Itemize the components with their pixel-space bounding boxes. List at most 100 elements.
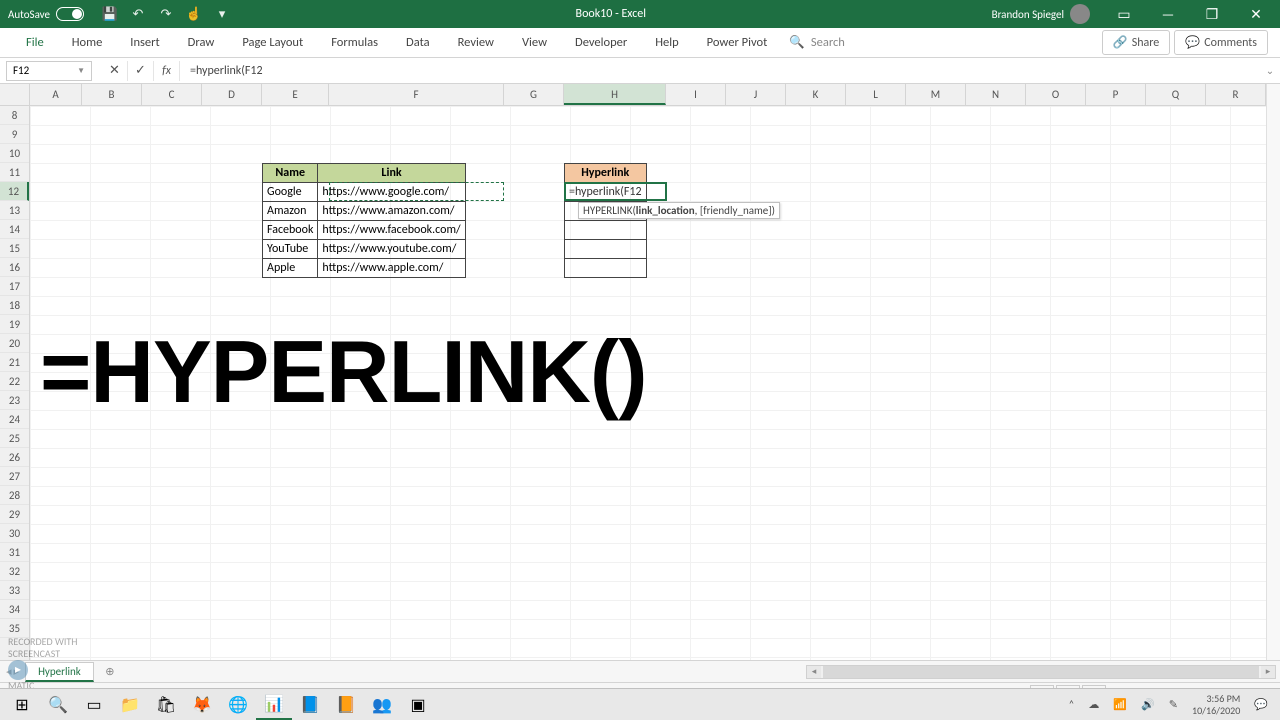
tab-view[interactable]: View xyxy=(508,28,561,57)
column-header-L[interactable]: L xyxy=(846,84,906,105)
wifi-icon[interactable]: 📶 xyxy=(1113,698,1127,711)
row-header-30[interactable]: 30 xyxy=(0,524,29,543)
name-box[interactable]: F12 ▼ xyxy=(6,61,92,81)
column-header-N[interactable]: N xyxy=(966,84,1026,105)
row-header-10[interactable]: 10 xyxy=(0,144,29,163)
tab-page-layout[interactable]: Page Layout xyxy=(228,28,317,57)
row-header-27[interactable]: 27 xyxy=(0,467,29,486)
sound-icon[interactable]: 🔊 xyxy=(1141,698,1155,711)
row-header-21[interactable]: 21 xyxy=(0,353,29,372)
cancel-formula-icon[interactable]: ✕ xyxy=(102,61,128,81)
table-cell[interactable]: Apple xyxy=(263,259,318,278)
table-cell[interactable]: Amazon xyxy=(263,202,318,221)
tab-formulas[interactable]: Formulas xyxy=(317,28,392,57)
undo-icon[interactable]: ↶ xyxy=(130,6,146,22)
row-header-11[interactable]: 11 xyxy=(0,163,29,182)
column-header-I[interactable]: I xyxy=(666,84,726,105)
row-header-25[interactable]: 25 xyxy=(0,429,29,448)
column-header-K[interactable]: K xyxy=(786,84,846,105)
column-header-F[interactable]: F xyxy=(329,84,504,105)
row-header-23[interactable]: 23 xyxy=(0,391,29,410)
column-header-E[interactable]: E xyxy=(262,84,329,105)
explorer-icon[interactable]: 📁 xyxy=(112,690,148,720)
table-cell[interactable] xyxy=(565,259,647,278)
hyperlink-table[interactable]: Hyperlink =hyperlink(F12 xyxy=(564,163,647,278)
ribbon-display-icon[interactable]: ▭ xyxy=(1104,0,1144,28)
horizontal-scrollbar[interactable]: ◂ ▸ xyxy=(806,665,1276,679)
add-sheet-icon[interactable]: ⊕ xyxy=(100,662,120,682)
column-header-B[interactable]: B xyxy=(82,84,142,105)
column-header-O[interactable]: O xyxy=(1026,84,1086,105)
table-row[interactable]: Amazonhttps://www.amazon.com/ xyxy=(263,202,466,221)
row-header-32[interactable]: 32 xyxy=(0,562,29,581)
windows-taskbar[interactable]: ⊞ 🔍 ▭ 📁 🛍 🦊 🌐 📊 📘 📙 👥 ▣ ˄ ☁ 📶 🔊 ✎ 3:56 P… xyxy=(0,688,1280,720)
table-row[interactable]: YouTubehttps://www.youtube.com/ xyxy=(263,240,466,259)
row-header-28[interactable]: 28 xyxy=(0,486,29,505)
expand-formula-bar-icon[interactable]: ⌄ xyxy=(1260,64,1280,77)
tell-me-search[interactable]: 🔍 Search xyxy=(781,35,853,50)
chevron-down-icon[interactable]: ▼ xyxy=(77,66,85,76)
accept-formula-icon[interactable]: ✓ xyxy=(128,61,154,81)
row-header-12[interactable]: 12 xyxy=(0,182,29,201)
column-header-P[interactable]: P xyxy=(1086,84,1146,105)
vertical-scrollbar[interactable] xyxy=(1266,84,1280,660)
formula-input[interactable]: =hyperlink(F12 xyxy=(180,64,1260,78)
row-header-31[interactable]: 31 xyxy=(0,543,29,562)
maximize-icon[interactable]: ❐ xyxy=(1192,0,1232,28)
table-cell[interactable]: YouTube xyxy=(263,240,318,259)
cells-area[interactable]: Name Link Googlehttps://www.google.com/A… xyxy=(30,106,1266,660)
chrome-icon[interactable]: 🌐 xyxy=(220,690,256,720)
toggle-off-icon[interactable] xyxy=(56,7,84,21)
worksheet-grid[interactable]: ABCDEFGHIJKLMNOPQR 891011121314151617181… xyxy=(0,84,1280,660)
excel-icon[interactable]: 📊 xyxy=(256,690,292,720)
touch-mode-icon[interactable]: ☝ xyxy=(186,6,202,22)
close-icon[interactable]: ✕ xyxy=(1236,0,1276,28)
scroll-right-icon[interactable]: ▸ xyxy=(1261,666,1275,678)
tray-up-icon[interactable]: ˄ xyxy=(1068,698,1074,711)
row-header-16[interactable]: 16 xyxy=(0,258,29,277)
table-cell[interactable]: https://www.facebook.com/ xyxy=(318,221,465,240)
share-button[interactable]: 🔗 Share xyxy=(1102,30,1171,55)
column-headers[interactable]: ABCDEFGHIJKLMNOPQR xyxy=(30,84,1266,106)
save-icon[interactable]: 💾 xyxy=(102,6,118,22)
cell-editing[interactable]: =hyperlink(F12 xyxy=(565,183,647,202)
tab-review[interactable]: Review xyxy=(444,28,508,57)
task-view-icon[interactable]: ▭ xyxy=(76,690,112,720)
tab-draw[interactable]: Draw xyxy=(174,28,229,57)
table-cell[interactable]: Google xyxy=(263,183,318,202)
row-header-13[interactable]: 13 xyxy=(0,201,29,220)
column-header-A[interactable]: A xyxy=(30,84,82,105)
table-cell[interactable]: https://www.amazon.com/ xyxy=(318,202,465,221)
app-icon[interactable]: ▣ xyxy=(400,690,436,720)
task-search-icon[interactable]: 🔍 xyxy=(40,690,76,720)
row-header-24[interactable]: 24 xyxy=(0,410,29,429)
user-account[interactable]: Brandon Spiegel xyxy=(982,4,1100,24)
system-clock[interactable]: 3:56 PM 10/16/2020 xyxy=(1192,693,1240,717)
column-header-Q[interactable]: Q xyxy=(1146,84,1206,105)
select-all-corner[interactable] xyxy=(0,84,30,106)
powerpoint-icon[interactable]: 📙 xyxy=(328,690,364,720)
table-row[interactable]: Googlehttps://www.google.com/ xyxy=(263,183,466,202)
row-header-15[interactable]: 15 xyxy=(0,239,29,258)
autosave-toggle[interactable]: AutoSave xyxy=(0,7,92,21)
tab-developer[interactable]: Developer xyxy=(561,28,641,57)
table-cell[interactable]: Facebook xyxy=(263,221,318,240)
row-header-18[interactable]: 18 xyxy=(0,296,29,315)
scroll-thumb[interactable] xyxy=(823,666,1259,678)
row-header-9[interactable]: 9 xyxy=(0,125,29,144)
redo-icon[interactable]: ↷ xyxy=(158,6,174,22)
tab-home[interactable]: Home xyxy=(58,28,117,57)
row-header-33[interactable]: 33 xyxy=(0,581,29,600)
tab-help[interactable]: Help xyxy=(641,28,692,57)
table-row[interactable]: Facebookhttps://www.facebook.com/ xyxy=(263,221,466,240)
row-headers[interactable]: 8910111213141516171819202122232425262728… xyxy=(0,106,30,660)
start-icon[interactable]: ⊞ xyxy=(4,690,40,720)
notifications-icon[interactable]: 💬 xyxy=(1254,698,1268,711)
column-header-M[interactable]: M xyxy=(906,84,966,105)
tooltip-arg-bold[interactable]: link_location xyxy=(636,204,695,217)
source-table[interactable]: Name Link Googlehttps://www.google.com/A… xyxy=(262,163,466,278)
row-header-20[interactable]: 20 xyxy=(0,334,29,353)
minimize-icon[interactable]: — xyxy=(1148,0,1188,28)
cloud-icon[interactable]: ☁ xyxy=(1088,698,1099,711)
table-cell[interactable] xyxy=(565,221,647,240)
